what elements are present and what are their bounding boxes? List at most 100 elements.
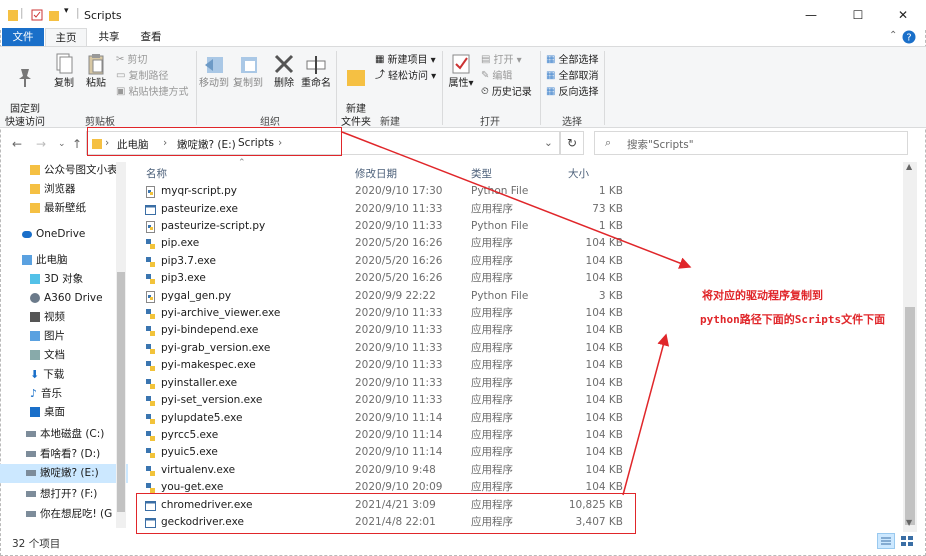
column-header-name[interactable]: 名称: [146, 166, 167, 181]
file-row[interactable]: virtualenv.exe 2020/9/10 9:48 应用程序 104 KB: [137, 462, 903, 479]
file-row[interactable]: pyrcc5.exe 2020/9/10 11:14 应用程序 104 KB: [137, 427, 903, 444]
file-row[interactable]: pyi-makespec.exe 2020/9/10 11:33 应用程序 104 K…: [137, 357, 903, 374]
column-header-date[interactable]: 修改日期: [355, 166, 397, 181]
file-size: 1 KB: [598, 185, 623, 197]
help-icon[interactable]: ?: [902, 30, 916, 44]
open-button[interactable]: ▤ 打开 ▾: [481, 53, 522, 67]
tab-share[interactable]: 共享: [88, 28, 130, 46]
sidebar-item[interactable]: 桌面: [0, 403, 128, 422]
pin-icon: [19, 69, 31, 87]
sidebar-item[interactable]: 文档: [0, 346, 128, 365]
file-list-scrollbar[interactable]: ▲ ▼: [903, 162, 917, 532]
sidebar-item-this-pc[interactable]: 此电脑: [0, 251, 128, 270]
sidebar-item-label: A360 Drive: [44, 292, 103, 304]
up-arrow-icon[interactable]: ↑: [72, 137, 82, 151]
file-row[interactable]: pyi-set_version.exe 2020/9/10 11:33 应用程序 10…: [137, 392, 903, 409]
select-all-button[interactable]: ▦ 全部选择: [546, 53, 598, 67]
delete-button[interactable]: 删除: [270, 53, 298, 90]
file-date: 2020/9/10 11:33: [355, 324, 443, 336]
sidebar-item[interactable]: ♪ 音乐: [0, 384, 128, 403]
file-row[interactable]: pasteurize-script.py 2020/9/10 11:33 Pytho…: [137, 218, 903, 235]
file-date: 2020/9/10 11:33: [355, 377, 443, 389]
tab-view[interactable]: 查看: [130, 28, 172, 46]
file-date: 2020/5/20 16:26: [355, 237, 443, 249]
details-view-icon[interactable]: [877, 533, 895, 549]
file-size: 104 KB: [585, 429, 623, 441]
scroll-up-icon[interactable]: ▲: [906, 162, 912, 171]
address-dropdown-icon[interactable]: ⌄: [544, 137, 553, 149]
large-icons-view-icon[interactable]: [898, 533, 916, 549]
sidebar-item-onedrive[interactable]: OneDrive: [0, 225, 128, 244]
forward-arrow-icon[interactable]: →: [36, 137, 46, 151]
tab-file[interactable]: 文件: [2, 28, 44, 46]
file-list-scrollbar-thumb[interactable]: [905, 307, 915, 525]
cut-button[interactable]: ✂ 剪切: [116, 53, 147, 67]
copy-path-button[interactable]: ▭ 复制路径: [116, 69, 168, 83]
tab-home[interactable]: 主页: [45, 28, 87, 46]
refresh-icon: ↻: [566, 136, 578, 150]
paste-button[interactable]: 粘贴: [82, 53, 110, 90]
sidebar-item[interactable]: 视频: [0, 308, 128, 327]
file-row[interactable]: myqr-script.py 2020/9/10 17:30 Python File…: [137, 183, 903, 200]
new-item-button[interactable]: ▦ 新建项目 ▾: [375, 53, 436, 67]
sidebar-item[interactable]: 看啥看? (D:): [0, 445, 128, 464]
collapse-ribbon-icon[interactable]: ⌃: [889, 30, 897, 41]
paste-shortcut-label: 粘贴快捷方式: [128, 87, 189, 98]
sidebar-item[interactable]: 最新壁纸: [0, 199, 128, 218]
sidebar-item[interactable]: A360 Drive: [0, 289, 128, 308]
sidebar-item[interactable]: 3D 对象: [0, 270, 128, 289]
sidebar-scrollbar[interactable]: [116, 162, 126, 528]
copy-button[interactable]: 复制: [50, 53, 78, 90]
history-button[interactable]: ⏲ 历史记录: [481, 85, 532, 99]
python-exe-icon: [146, 344, 155, 354]
sidebar-item[interactable]: ⬇ 下载: [0, 365, 128, 384]
open-label: 打开: [493, 55, 514, 66]
file-row[interactable]: pip3.7.exe 2020/5/20 16:26 应用程序 104 KB: [137, 253, 903, 270]
copy-to-button[interactable]: 复制到: [232, 53, 264, 90]
recent-locations-icon[interactable]: ⌄: [58, 139, 66, 149]
invert-selection-icon: ▦: [546, 86, 556, 97]
invert-selection-button[interactable]: ▦ 反向选择: [546, 85, 598, 99]
sidebar-item[interactable]: 图片: [0, 327, 128, 346]
properties-check-icon[interactable]: [31, 8, 43, 22]
rename-button[interactable]: 重命名: [300, 53, 332, 90]
cube-icon: [30, 274, 40, 284]
select-none-button[interactable]: ▦ 全部取消: [546, 69, 598, 83]
column-header-type[interactable]: 类型: [471, 166, 492, 181]
easy-access-button[interactable]: ⤴ 轻松访问 ▾: [375, 69, 436, 83]
sidebar-scrollbar-thumb[interactable]: [117, 272, 125, 512]
sidebar-item[interactable]: 浏览器: [0, 180, 128, 199]
edit-button[interactable]: ✎ 编辑: [481, 69, 512, 83]
paste-shortcut-button[interactable]: ▣ 粘贴快捷方式: [116, 85, 188, 99]
minimize-button[interactable]: —: [788, 0, 834, 30]
sidebar-item-selected[interactable]: 嫩啶嫩? (E:): [0, 464, 128, 483]
close-button[interactable]: ✕: [880, 0, 926, 30]
search-box[interactable]: ⌕ 搜索"Scripts": [594, 131, 908, 155]
new-folder-quick-icon[interactable]: [49, 8, 59, 22]
sidebar-item[interactable]: 公众号图文小表: [0, 161, 128, 180]
paste-shortcut-icon: ▣: [116, 86, 126, 97]
pin-quick-access-button[interactable]: 固定到 快速访问: [4, 53, 46, 129]
file-row[interactable]: pasteurize.exe 2020/9/10 11:33 应用程序 73 KB: [137, 201, 903, 218]
file-row[interactable]: pyuic5.exe 2020/9/10 11:14 应用程序 104 KB: [137, 444, 903, 461]
file-type: 应用程序: [471, 429, 513, 441]
file-date: 2020/9/10 9:48: [355, 464, 436, 476]
file-row[interactable]: pylupdate5.exe 2020/9/10 11:14 应用程序 104 KB: [137, 410, 903, 427]
column-header-size[interactable]: 大小: [568, 166, 589, 181]
back-arrow-icon[interactable]: ←: [12, 137, 22, 151]
sidebar-item[interactable]: 本地磁盘 (C:): [0, 425, 128, 444]
file-row[interactable]: pyi-grab_version.exe 2020/9/10 11:33 应用程序 1…: [137, 340, 903, 357]
sidebar-item[interactable]: 你在想屁吃! (G: [0, 505, 128, 524]
file-date: 2020/9/10 11:33: [355, 307, 443, 319]
file-row[interactable]: pyinstaller.exe 2020/9/10 11:33 应用程序 104 KB: [137, 375, 903, 392]
file-row[interactable]: pip3.exe 2020/5/20 16:26 应用程序 104 KB: [137, 270, 903, 287]
file-name: myqr-script.py: [161, 185, 238, 197]
maximize-button[interactable]: ☐: [835, 0, 881, 30]
file-row[interactable]: pip.exe 2020/5/20 16:26 应用程序 104 KB: [137, 235, 903, 252]
properties-button[interactable]: 属性▾: [446, 53, 476, 90]
quick-access-dropdown-icon[interactable]: ▾: [64, 6, 69, 20]
move-to-button[interactable]: 移动到: [198, 53, 230, 90]
scroll-down-icon[interactable]: ▼: [906, 518, 912, 527]
refresh-button[interactable]: ↻: [560, 131, 584, 155]
sidebar-item[interactable]: 想打开? (F:): [0, 485, 128, 504]
